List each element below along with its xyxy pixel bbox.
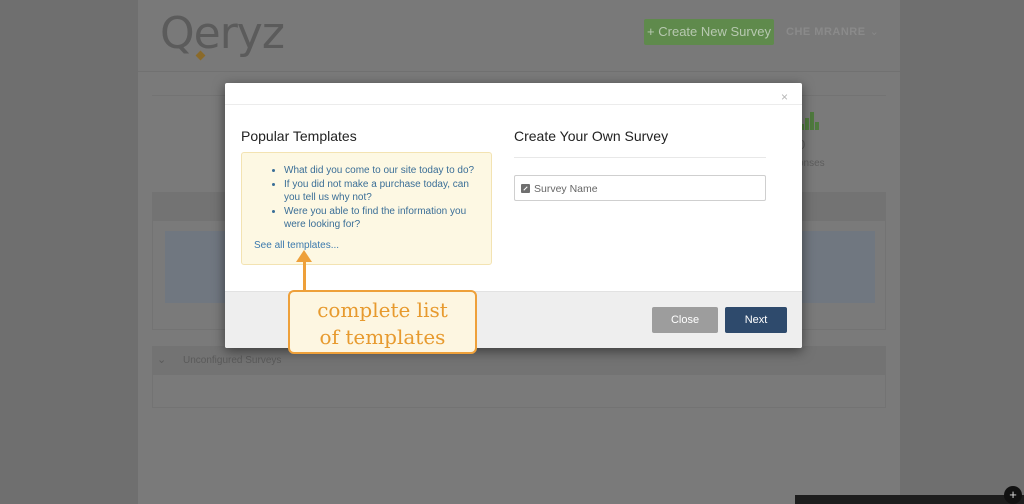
app-logo: Qeryz xyxy=(160,8,285,61)
unconfigured-surveys-title: Unconfigured Surveys xyxy=(183,355,282,366)
template-item[interactable]: If you did not make a purchase today, ca… xyxy=(284,178,484,205)
pencil-icon xyxy=(521,184,530,193)
divider xyxy=(514,157,766,158)
callout-line-2: of templates xyxy=(319,325,446,349)
stat-label: onses xyxy=(798,158,825,169)
bar-chart-icon xyxy=(800,110,820,130)
popular-templates-box: What did you come to our site today to d… xyxy=(241,152,492,265)
app-header: Qeryz + Create New Survey CHE MRANRE ⌄ xyxy=(138,0,900,72)
popular-templates-title: Popular Templates xyxy=(241,128,357,144)
annotation-arrow xyxy=(303,260,306,290)
chat-bar[interactable] xyxy=(795,495,1024,504)
close-button[interactable]: Close xyxy=(652,307,718,333)
next-button[interactable]: Next xyxy=(725,307,787,333)
chevron-down-icon: ⌄ xyxy=(869,26,880,38)
create-own-survey-title: Create Your Own Survey xyxy=(514,128,669,144)
survey-name-field[interactable] xyxy=(514,175,766,201)
modal-header: × xyxy=(225,83,802,105)
close-icon[interactable]: × xyxy=(781,91,788,103)
chevron-down-icon[interactable]: ⌄ xyxy=(157,353,166,366)
user-menu[interactable]: CHE MRANRE ⌄ xyxy=(786,25,879,38)
create-new-survey-button[interactable]: + Create New Survey xyxy=(644,19,774,45)
callout-line-1: complete list xyxy=(317,298,448,322)
unconfigured-surveys-panel: ⌄ Unconfigured Surveys xyxy=(152,346,886,408)
annotation-callout: complete list of templates xyxy=(288,290,477,354)
template-item[interactable]: What did you come to our site today to d… xyxy=(284,164,484,178)
template-item[interactable]: Were you able to find the information yo… xyxy=(284,205,484,232)
plus-icon[interactable]: + xyxy=(1004,486,1022,504)
survey-name-input[interactable] xyxy=(534,180,759,197)
